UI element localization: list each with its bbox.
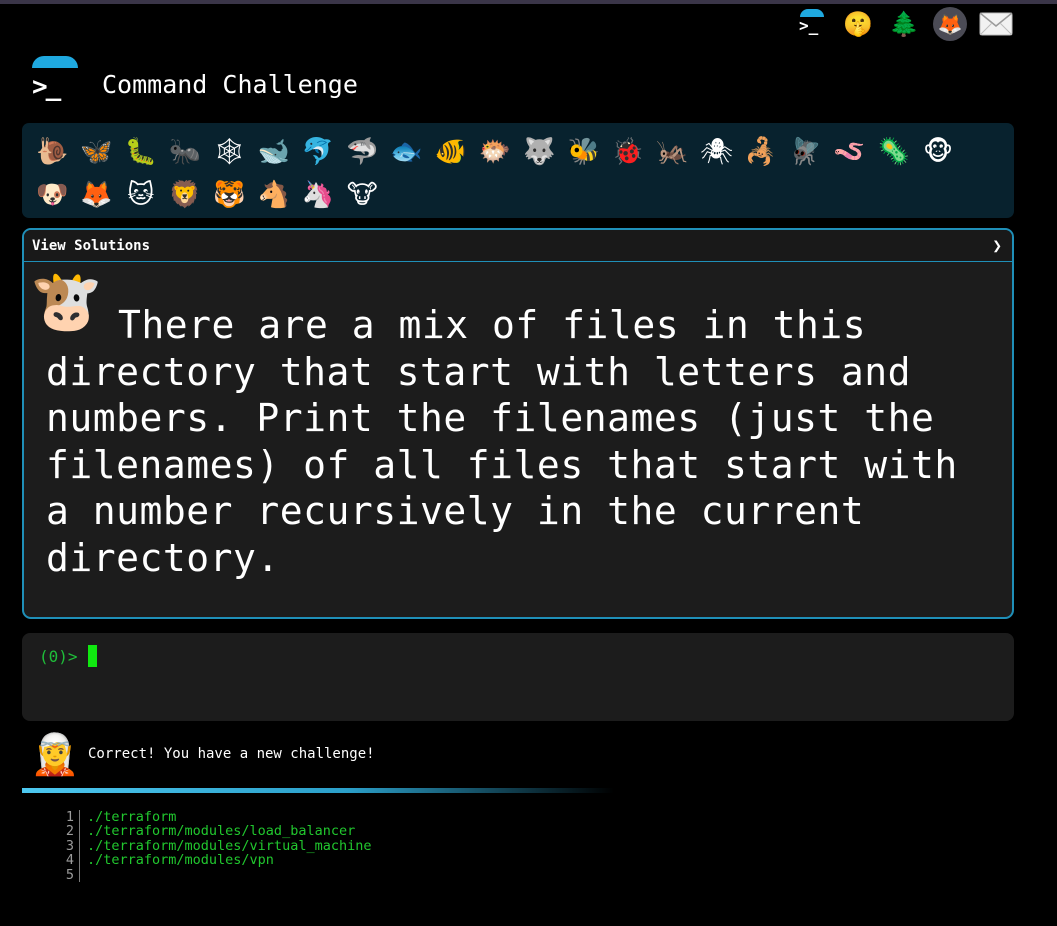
challenge-progress-panel: 🐌 🦋 🐛 🐜 🕸 🐋 🐬 🦈 🐟 🐠 🐡 🐺 🐝 🐞 🦗 🕷 🦂 🪰 🪱 🦠 🐵 🐶 🦊 🐱 🦁 🐯 🐴 🦄 🐮 bbox=[22, 123, 1014, 218]
line-number: 1 bbox=[65, 809, 74, 825]
fish-icon[interactable]: 🐟 bbox=[384, 130, 428, 173]
wolf-icon[interactable]: 🐺 bbox=[517, 130, 561, 173]
output-path: ./terraform bbox=[87, 809, 177, 825]
view-solutions-toggle[interactable]: View Solutions ❯ bbox=[24, 230, 1012, 262]
output-line: 2 ./terraform/modules/load_balancer bbox=[60, 823, 371, 840]
unicorn-icon[interactable]: 🦄 bbox=[296, 173, 340, 216]
cat-icon[interactable]: 🐱 bbox=[119, 173, 163, 216]
output-line: 1 ./terraform bbox=[60, 809, 371, 825]
tropical-fish-icon[interactable]: 🐠 bbox=[429, 130, 473, 173]
horse-icon[interactable]: 🐴 bbox=[251, 173, 295, 216]
spider-icon[interactable]: 🕷 bbox=[694, 130, 738, 173]
snail-icon[interactable]: 🐌 bbox=[30, 130, 74, 173]
line-separator bbox=[79, 810, 80, 825]
dog-icon[interactable]: 🐶 bbox=[30, 173, 74, 216]
line-separator bbox=[79, 853, 80, 868]
terminal-input[interactable]: (0)> bbox=[22, 633, 1014, 721]
line-number: 5 bbox=[65, 866, 74, 883]
command-challenge-logo-icon[interactable]: >_ bbox=[795, 7, 829, 41]
terminal-cursor bbox=[88, 645, 97, 667]
shark-icon[interactable]: 🦈 bbox=[340, 130, 384, 173]
whale-icon[interactable]: 🐋 bbox=[251, 130, 295, 173]
output-path: ./terraform/modules/vpn bbox=[87, 852, 274, 869]
monkey-icon[interactable]: 🐵 bbox=[916, 130, 960, 173]
tiger-icon[interactable]: 🐯 bbox=[207, 173, 251, 216]
output-line: 4 ./terraform/modules/vpn bbox=[60, 852, 371, 869]
butterfly-icon[interactable]: 🦋 bbox=[74, 130, 118, 173]
terminal-prompt: (0)> bbox=[39, 647, 78, 666]
worm-icon[interactable]: 🪱 bbox=[827, 130, 871, 173]
ladybug-icon[interactable]: 🐞 bbox=[606, 130, 650, 173]
command-output: 1 ./terraform 2 ./terraform/modules/load_ba… bbox=[60, 809, 372, 883]
output-line: 3 ./terraform/modules/virtual_machine bbox=[60, 837, 372, 854]
elf-avatar-icon: 🧝 bbox=[30, 732, 80, 778]
ant-icon[interactable]: 🐜 bbox=[163, 130, 207, 173]
status-divider bbox=[22, 788, 614, 793]
microbe-icon[interactable]: 🦠 bbox=[872, 130, 916, 173]
line-separator bbox=[79, 838, 80, 854]
page-title: Command Challenge bbox=[102, 70, 358, 99]
view-solutions-label: View Solutions bbox=[32, 237, 151, 254]
cow-icon[interactable]: 🐮 bbox=[340, 173, 384, 216]
challenge-card: View Solutions ❯ 🐮 There are a mix of fi… bbox=[22, 228, 1014, 619]
dolphin-icon[interactable]: 🐬 bbox=[296, 130, 340, 173]
line-separator bbox=[79, 867, 80, 882]
output-path: ./terraform/modules/load_balancer bbox=[87, 823, 356, 840]
chevron-right-icon[interactable]: ❯ bbox=[992, 236, 1002, 255]
envelope-icon[interactable] bbox=[979, 7, 1013, 41]
line-number: 4 bbox=[65, 852, 74, 869]
cow-badge-icon: 🐮 bbox=[30, 267, 103, 335]
top-nav-icons: >_ 🤫 🌲 🦊 bbox=[795, 4, 1013, 44]
fly-icon[interactable]: 🪰 bbox=[783, 130, 827, 173]
spider-web-icon[interactable]: 🕸 bbox=[207, 130, 251, 173]
app-logo-icon[interactable]: >_ bbox=[30, 54, 80, 104]
scorpion-icon[interactable]: 🦂 bbox=[739, 130, 783, 173]
envelope-svg bbox=[979, 12, 1013, 36]
blowfish-icon[interactable]: 🐡 bbox=[473, 130, 517, 173]
fox-icon[interactable]: 🦊 bbox=[74, 173, 118, 216]
challenge-description: There are a mix of files in this directo… bbox=[46, 303, 958, 580]
line-separator bbox=[79, 824, 80, 839]
output-path: ./terraform/modules/virtual_machine bbox=[87, 837, 372, 854]
line-number: 3 bbox=[65, 837, 74, 854]
line-number: 2 bbox=[65, 823, 74, 840]
evergreen-tree-icon[interactable]: 🌲 bbox=[887, 7, 921, 41]
gitlab-icon[interactable]: 🦊 bbox=[933, 7, 967, 41]
lion-icon[interactable]: 🦁 bbox=[163, 173, 207, 216]
bee-icon[interactable]: 🐝 bbox=[562, 130, 606, 173]
caterpillar-icon[interactable]: 🐛 bbox=[119, 130, 163, 173]
status-message: Correct! You have a new challenge! bbox=[88, 746, 375, 762]
output-line: 5 bbox=[60, 866, 371, 883]
cricket-icon[interactable]: 🦗 bbox=[650, 130, 694, 173]
shushing-face-icon[interactable]: 🤫 bbox=[841, 7, 875, 41]
